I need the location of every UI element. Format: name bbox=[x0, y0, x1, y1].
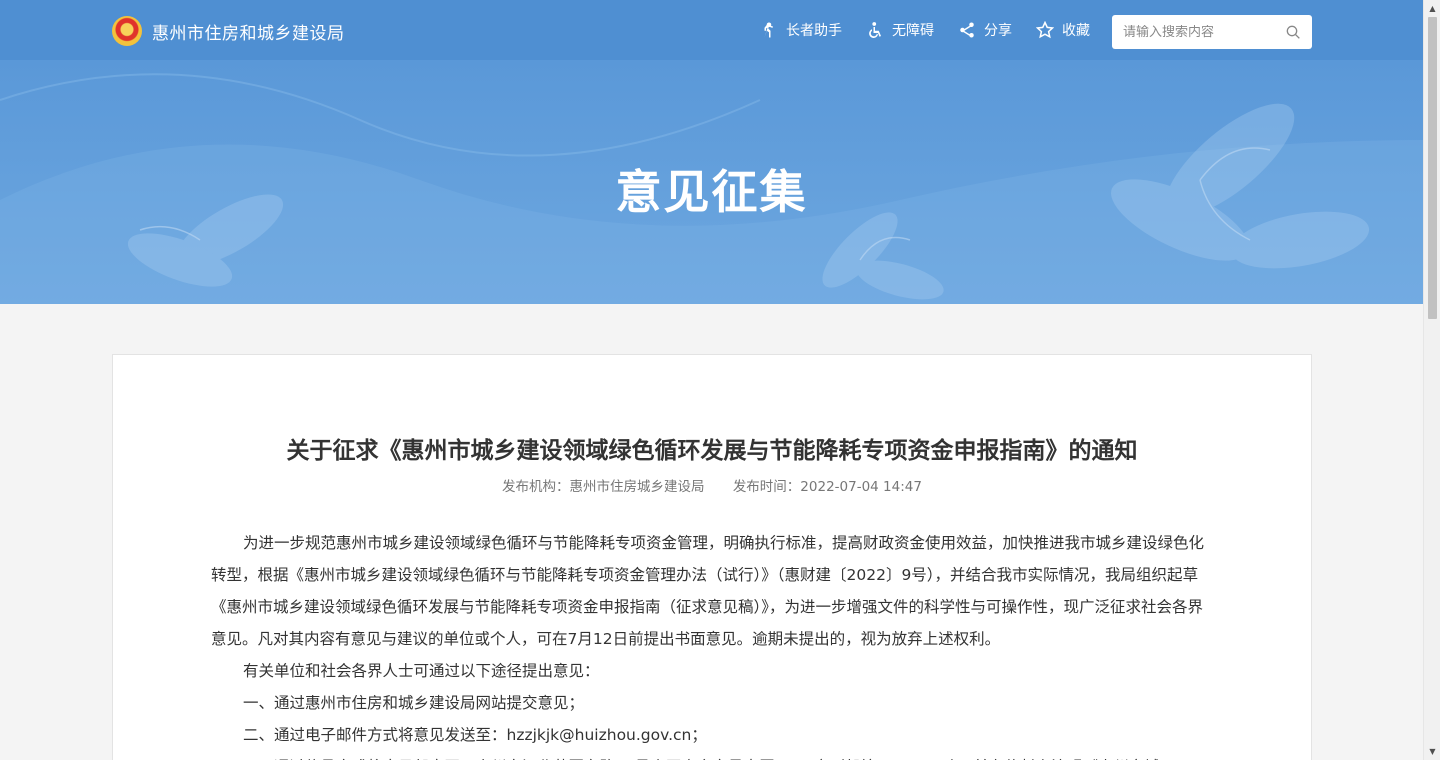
page: 惠州市住房和城乡建设局 长者助手 无障碍 分享 收藏 请输入搜索内容 意见征集 … bbox=[0, 0, 1440, 760]
paragraph: 有关单位和社会各界人士可通过以下途径提出意见： bbox=[243, 662, 600, 680]
elder-helper-label: 长者助手 bbox=[786, 23, 842, 39]
scroll-up-arrow-icon[interactable]: ▲ bbox=[1424, 0, 1440, 17]
share-icon bbox=[960, 22, 974, 38]
header-tools: 长者助手 无障碍 分享 收藏 bbox=[760, 20, 1114, 40]
paragraph: 为进一步规范惠州市城乡建设领域绿色循环与节能降耗专项资金管理，明确执行标准，提高… bbox=[211, 534, 1205, 648]
accessibility-label: 无障碍 bbox=[892, 23, 934, 39]
elder-helper-button[interactable]: 长者助手 bbox=[760, 20, 842, 40]
top-header: 惠州市住房和城乡建设局 长者助手 无障碍 分享 收藏 bbox=[0, 0, 1423, 60]
share-label: 分享 bbox=[984, 23, 1012, 39]
publisher: 发布机构：惠州市住房城乡建设局 bbox=[502, 479, 705, 495]
site-brand[interactable]: 惠州市住房和城乡建设局 bbox=[112, 15, 345, 47]
paragraph: 一、通过惠州市住房和城乡建设局网站提交意见； bbox=[243, 694, 585, 712]
article-card: 关于征求《惠州市城乡建设领域绿色循环发展与节能降耗专项资金申报指南》的通知 发布… bbox=[112, 354, 1312, 760]
search-box bbox=[1112, 15, 1312, 49]
accessibility-icon bbox=[869, 22, 881, 38]
paragraph: 二、通过电子邮件方式将意见发送至：hzzjkjk@huizhou.gov.cn； bbox=[243, 726, 707, 744]
favorite-button[interactable]: 收藏 bbox=[1036, 20, 1090, 40]
banner-title: 意见征集 bbox=[615, 165, 808, 219]
article-meta: 发布机构：惠州市住房城乡建设局 发布时间：2022-07-04 14:47 bbox=[113, 475, 1311, 495]
share-button[interactable]: 分享 bbox=[958, 20, 1012, 40]
article-body: 为进一步规范惠州市城乡建设领域绿色循环与节能降耗专项资金管理，明确执行标准，提高… bbox=[211, 527, 1205, 760]
search-icon[interactable] bbox=[1285, 24, 1301, 40]
elder-helper-icon bbox=[764, 22, 773, 38]
favorite-label: 收藏 bbox=[1062, 23, 1090, 39]
scroll-thumb[interactable] bbox=[1428, 17, 1437, 319]
national-emblem-icon bbox=[112, 16, 142, 46]
scroll-down-arrow-icon[interactable]: ▼ bbox=[1424, 743, 1440, 760]
accessibility-button[interactable]: 无障碍 bbox=[866, 20, 934, 40]
publish-time: 发布时间：2022-07-04 14:47 bbox=[732, 479, 922, 495]
site-name: 惠州市住房和城乡建设局 bbox=[152, 23, 345, 44]
vertical-scrollbar[interactable]: ▲ ▼ bbox=[1423, 0, 1440, 760]
star-icon bbox=[1036, 21, 1054, 39]
search-input[interactable] bbox=[1112, 24, 1272, 40]
article-title: 关于征求《惠州市城乡建设领域绿色循环发展与节能降耗专项资金申报指南》的通知 bbox=[286, 438, 1138, 464]
page-banner: 意见征集 bbox=[0, 60, 1423, 304]
paragraph: 三、通过信函方式将意见邮寄至：惠州市江北苑园东路34号小区房产交易大厦1017室… bbox=[211, 751, 1205, 760]
